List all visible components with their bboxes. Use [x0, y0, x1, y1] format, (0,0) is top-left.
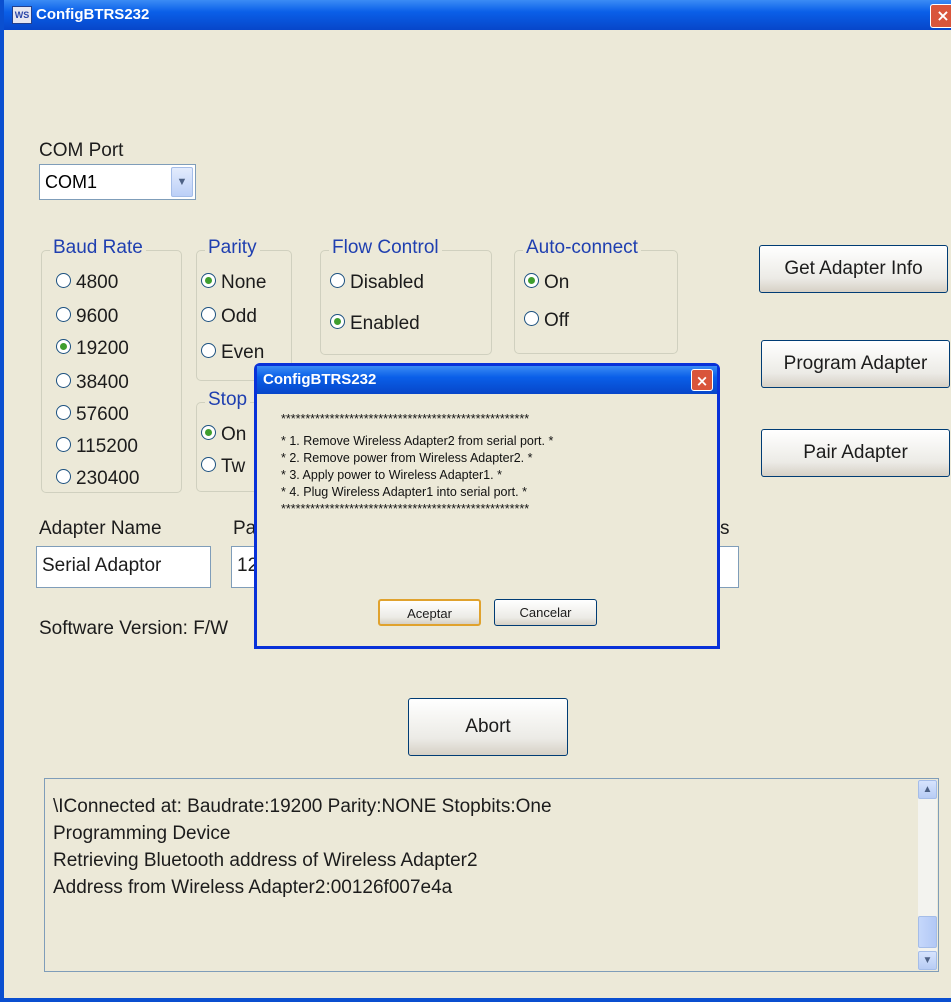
get-adapter-info-button[interactable]: Get Adapter Info	[759, 245, 948, 293]
radio-icon	[330, 273, 345, 289]
log-line: Retrieving Bluetooth address of Wireless…	[53, 850, 478, 871]
dialog-close-button[interactable]: ×	[691, 369, 713, 391]
baud-option-9600[interactable]: 9600	[56, 306, 118, 328]
flow-option-enabled[interactable]: Enabled	[330, 313, 420, 335]
scroll-thumb[interactable]	[918, 916, 937, 948]
scroll-up-icon[interactable]: ▲	[918, 780, 937, 799]
radio-icon	[524, 311, 539, 327]
radio-icon	[56, 273, 71, 289]
com-port-label: COM Port	[39, 140, 124, 161]
program-adapter-button[interactable]: Program Adapter	[761, 340, 950, 388]
dialog-message-line: * 2. Remove power from Wireless Adapter2…	[281, 451, 533, 465]
pair-adapter-button[interactable]: Pair Adapter	[761, 429, 950, 477]
dialog-title-bar[interactable]: ConfigBTRS232 ×	[257, 366, 717, 394]
baud-option-57600[interactable]: 57600	[56, 404, 129, 426]
auto-connect-label: Auto-connect	[523, 237, 641, 259]
radio-icon	[201, 343, 216, 359]
app-icon: WS	[12, 6, 32, 24]
abort-button[interactable]: Abort	[408, 698, 568, 756]
stop-bits-option-one[interactable]: On	[201, 424, 246, 446]
flow-control-label: Flow Control	[329, 237, 442, 259]
baud-option-4800[interactable]: 4800	[56, 272, 118, 294]
dialog-message-line: * 3. Apply power to Wireless Adapter1. *	[281, 468, 502, 482]
radio-icon	[56, 373, 71, 389]
dialog-message-line: * 4. Plug Wireless Adapter1 into serial …	[281, 485, 527, 499]
message-dialog: ConfigBTRS232 × ************************…	[254, 363, 720, 649]
software-version-label: Software Version: F/W	[39, 618, 229, 639]
radio-selected-icon	[524, 273, 539, 289]
radio-icon	[56, 405, 71, 421]
baud-option-115200[interactable]: 115200	[56, 436, 138, 458]
radio-icon	[201, 457, 216, 473]
parity-option-even[interactable]: Even	[201, 342, 264, 364]
adapter-name-input[interactable]: Serial Adaptor	[36, 546, 211, 588]
passkey-label: Pa	[233, 518, 257, 539]
flow-control-group: Flow Control	[320, 237, 492, 355]
accept-button[interactable]: Aceptar	[378, 599, 481, 626]
radio-icon	[56, 469, 71, 485]
window-title: ConfigBTRS232	[36, 6, 150, 23]
log-line: \IConnected at: Baudrate:19200 Parity:NO…	[53, 796, 552, 817]
radio-icon	[56, 307, 71, 323]
auto-connect-option-off[interactable]: Off	[524, 310, 569, 332]
log-line: Programming Device	[53, 823, 231, 844]
chevron-down-icon[interactable]: ▼	[171, 167, 193, 197]
com-port-value: COM1	[45, 172, 98, 192]
vertical-scrollbar[interactable]: ▲ ▼	[918, 780, 937, 970]
address-label: s	[720, 518, 730, 539]
radio-icon	[56, 437, 71, 453]
title-bar[interactable]: WS ConfigBTRS232 ×	[4, 0, 951, 30]
radio-selected-icon	[201, 425, 216, 441]
flow-option-disabled[interactable]: Disabled	[330, 272, 424, 294]
auto-connect-group: Auto-connect	[514, 237, 678, 354]
adapter-name-label: Adapter Name	[39, 518, 162, 539]
radio-icon	[201, 307, 216, 323]
scroll-down-icon[interactable]: ▼	[918, 951, 937, 970]
dialog-message-line: ****************************************…	[281, 412, 530, 426]
baud-option-19200[interactable]: 19200	[56, 338, 129, 360]
radio-selected-icon	[330, 314, 345, 330]
parity-option-odd[interactable]: Odd	[201, 306, 257, 328]
radio-selected-icon	[201, 273, 216, 289]
cancel-button[interactable]: Cancelar	[494, 599, 597, 626]
dialog-title: ConfigBTRS232	[263, 371, 377, 388]
com-port-select[interactable]: COM1 ▼	[39, 164, 196, 200]
baud-option-38400[interactable]: 38400	[56, 372, 129, 394]
log-textarea[interactable]: \IConnected at: Baudrate:19200 Parity:NO…	[44, 778, 939, 972]
stop-bits-label: Stop	[205, 389, 251, 411]
baud-option-230400[interactable]: 230400	[56, 468, 139, 490]
dialog-message-line: * 1. Remove Wireless Adapter2 from seria…	[281, 434, 554, 448]
radio-selected-icon	[56, 339, 71, 355]
stop-bits-option-two[interactable]: Tw	[201, 456, 245, 478]
log-line: Address from Wireless Adapter2:00126f007…	[53, 877, 453, 898]
parity-label: Parity	[205, 237, 260, 259]
close-button[interactable]: ×	[930, 4, 951, 28]
auto-connect-option-on[interactable]: On	[524, 272, 569, 294]
parity-option-none[interactable]: None	[201, 272, 266, 294]
dialog-message-line: ****************************************…	[281, 502, 530, 516]
baud-rate-label: Baud Rate	[50, 237, 146, 259]
